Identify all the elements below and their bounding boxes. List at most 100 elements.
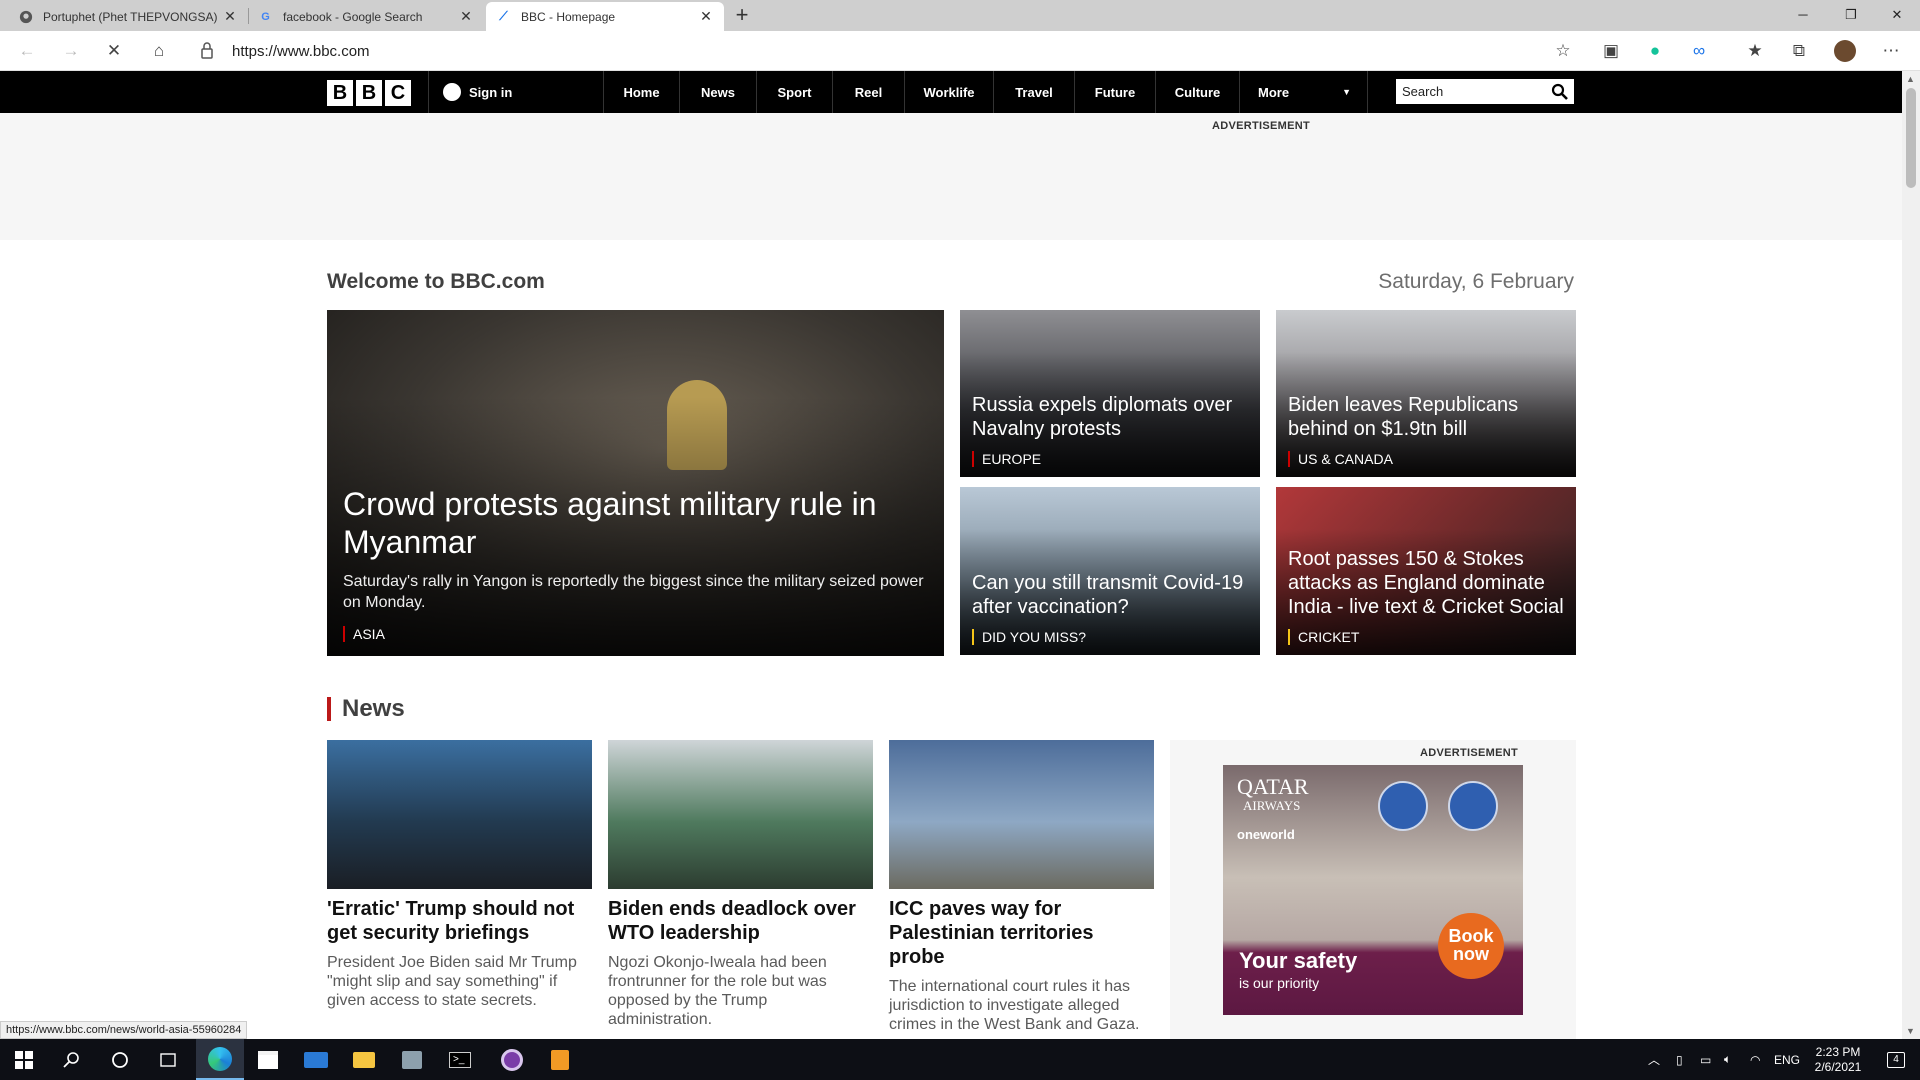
- nav-worklife[interactable]: Worklife: [905, 71, 994, 113]
- story-tag[interactable]: US & CANADA: [1288, 451, 1393, 467]
- close-tab-icon[interactable]: ✕: [458, 8, 474, 25]
- search-icon[interactable]: [1551, 83, 1568, 100]
- story-tag[interactable]: EUROPE: [972, 451, 1041, 467]
- news-title[interactable]: Biden ends deadlock over WTO leadership: [608, 897, 873, 945]
- close-tab-icon[interactable]: ✕: [222, 8, 238, 25]
- ad-subline: is our priority: [1239, 975, 1320, 991]
- minimize-button[interactable]: ─: [1780, 0, 1826, 31]
- profile-avatar[interactable]: [1830, 36, 1860, 66]
- clock[interactable]: 2:23 PM 2/6/2021: [1810, 1039, 1866, 1080]
- grammarly-icon[interactable]: ●: [1640, 36, 1670, 66]
- start-button[interactable]: [0, 1039, 48, 1080]
- collections-icon[interactable]: ⧉: [1784, 36, 1814, 66]
- volume-icon[interactable]: 🔈︎: [1724, 1039, 1731, 1080]
- story-card-covid[interactable]: Can you still transmit Covid-19 after va…: [960, 487, 1260, 655]
- story-card-cricket[interactable]: Root passes 150 & Stokes attacks as Engl…: [1276, 487, 1576, 655]
- edge-taskbar-icon[interactable]: [196, 1039, 244, 1080]
- google-icon: G: [261, 10, 270, 23]
- story-title[interactable]: Root passes 150 & Stokes attacks as Engl…: [1288, 547, 1564, 619]
- top-ad-banner: ADVERTISEMENT: [0, 113, 1902, 240]
- task-view-icon[interactable]: [144, 1039, 192, 1080]
- new-tab-button[interactable]: +: [728, 2, 756, 30]
- news-title[interactable]: 'Erratic' Trump should not get security …: [327, 897, 592, 945]
- app-circle-icon[interactable]: [488, 1039, 536, 1080]
- link-extension-icon[interactable]: ∞: [1684, 36, 1714, 66]
- nav-more[interactable]: More ▼: [1240, 71, 1368, 113]
- scroll-up-icon[interactable]: ▲: [1906, 74, 1915, 84]
- search-icon[interactable]: [48, 1039, 96, 1080]
- search-input[interactable]: Search: [1396, 79, 1574, 104]
- notifications-button[interactable]: 4: [1878, 1039, 1914, 1080]
- settings-menu-icon[interactable]: ⋯: [1876, 36, 1906, 66]
- page-scrollbar[interactable]: ▲ ▼: [1902, 71, 1920, 1039]
- close-tab-icon[interactable]: ✕: [698, 8, 714, 25]
- nav-culture[interactable]: Culture: [1156, 71, 1240, 113]
- forward-button[interactable]: →: [56, 36, 86, 66]
- news-summary: President Joe Biden said Mr Trump "might…: [327, 954, 577, 1009]
- welcome-heading: Welcome to BBC.com: [327, 270, 545, 293]
- github-icon: [18, 9, 33, 24]
- battery-icon[interactable]: ▭: [1700, 1039, 1711, 1080]
- story-tag[interactable]: DID YOU MISS?: [972, 629, 1086, 645]
- ad-alliance: oneworld: [1237, 827, 1295, 842]
- tab-github[interactable]: Portuphet (Phet THEPVONGSA) ✕: [8, 2, 248, 31]
- mail-icon[interactable]: [292, 1039, 340, 1080]
- reading-view-icon[interactable]: ▣: [1596, 36, 1626, 66]
- screen: Portuphet (Phet THEPVONGSA) ✕ G facebook…: [0, 0, 1920, 1080]
- hero-tag[interactable]: ASIA: [343, 626, 385, 642]
- news-image-icc[interactable]: [889, 740, 1154, 889]
- news-image-trump[interactable]: [327, 740, 592, 889]
- search-placeholder: Search: [1402, 84, 1444, 99]
- story-tag[interactable]: CRICKET: [1288, 629, 1359, 645]
- address-bar[interactable]: https://www.bbc.com: [232, 41, 1632, 63]
- close-window-button[interactable]: ✕: [1874, 0, 1920, 31]
- logo-letter: B: [327, 80, 353, 106]
- story-title[interactable]: Russia expels diplomats over Navalny pro…: [972, 393, 1248, 441]
- ad-brand: QATAR: [1237, 774, 1309, 799]
- tray-expand-icon[interactable]: ︿: [1648, 1039, 1660, 1080]
- tab-bbc-homepage[interactable]: ⟋ BBC - Homepage ✕: [486, 2, 724, 31]
- news-title[interactable]: ICC paves way for Palestinian territorie…: [889, 897, 1154, 969]
- story-title[interactable]: Can you still transmit Covid-19 after va…: [972, 571, 1248, 619]
- qatar-airways-ad[interactable]: QATAR AIRWAYS oneworld Your safety is ou…: [1223, 765, 1523, 1015]
- nav-future[interactable]: Future: [1075, 71, 1156, 113]
- nav-reel[interactable]: Reel: [833, 71, 905, 113]
- nav-news[interactable]: News: [680, 71, 757, 113]
- scrollbar-thumb[interactable]: [1906, 88, 1916, 188]
- language-indicator[interactable]: ENG: [1774, 1039, 1800, 1080]
- device-icon[interactable]: ▯: [1676, 1039, 1683, 1080]
- user-icon: [443, 83, 461, 101]
- wifi-icon[interactable]: ◠: [1750, 1039, 1760, 1080]
- hero-story-card[interactable]: Crowd protests against military rule in …: [327, 310, 944, 656]
- terminal-icon[interactable]: >_: [436, 1039, 484, 1080]
- sublime-text-icon[interactable]: [536, 1039, 584, 1080]
- store-icon[interactable]: [244, 1039, 292, 1080]
- stop-loading-button[interactable]: ✕: [99, 36, 129, 66]
- story-card-russia[interactable]: Russia expels diplomats over Navalny pro…: [960, 310, 1260, 477]
- cortana-icon[interactable]: [96, 1039, 144, 1080]
- file-explorer-icon[interactable]: [340, 1039, 388, 1080]
- app-icon[interactable]: [388, 1039, 436, 1080]
- nav-travel[interactable]: Travel: [994, 71, 1075, 113]
- advertisement-label: ADVERTISEMENT: [1212, 120, 1311, 132]
- story-card-biden[interactable]: Biden leaves Republicans behind on $1.9t…: [1276, 310, 1576, 477]
- news-section-heading[interactable]: News: [327, 697, 405, 721]
- news-image-wto[interactable]: [608, 740, 873, 889]
- browser-tab-strip: Portuphet (Phet THEPVONGSA) ✕ G facebook…: [0, 0, 1920, 31]
- notifications-icon: 4: [1887, 1051, 1905, 1068]
- nav-home[interactable]: Home: [603, 71, 680, 113]
- restore-button[interactable]: ❐: [1828, 0, 1874, 31]
- tab-google-search[interactable]: G facebook - Google Search ✕: [248, 2, 484, 31]
- bbc-logo[interactable]: B B C: [327, 80, 411, 106]
- ad-book-now-button[interactable]: Book now: [1438, 913, 1504, 979]
- sign-in-link[interactable]: Sign in: [428, 71, 604, 113]
- news-summary: The international court rules it has jur…: [889, 978, 1140, 1033]
- hero-title[interactable]: Crowd protests against military rule in …: [343, 485, 932, 561]
- favorites-icon[interactable]: ★: [1740, 36, 1770, 66]
- home-button[interactable]: ⌂: [144, 36, 174, 66]
- nav-sport[interactable]: Sport: [757, 71, 833, 113]
- add-favorite-icon[interactable]: ☆: [1548, 36, 1578, 66]
- back-button[interactable]: ←: [12, 36, 42, 66]
- story-title[interactable]: Biden leaves Republicans behind on $1.9t…: [1288, 393, 1564, 441]
- scroll-down-icon[interactable]: ▼: [1906, 1026, 1915, 1036]
